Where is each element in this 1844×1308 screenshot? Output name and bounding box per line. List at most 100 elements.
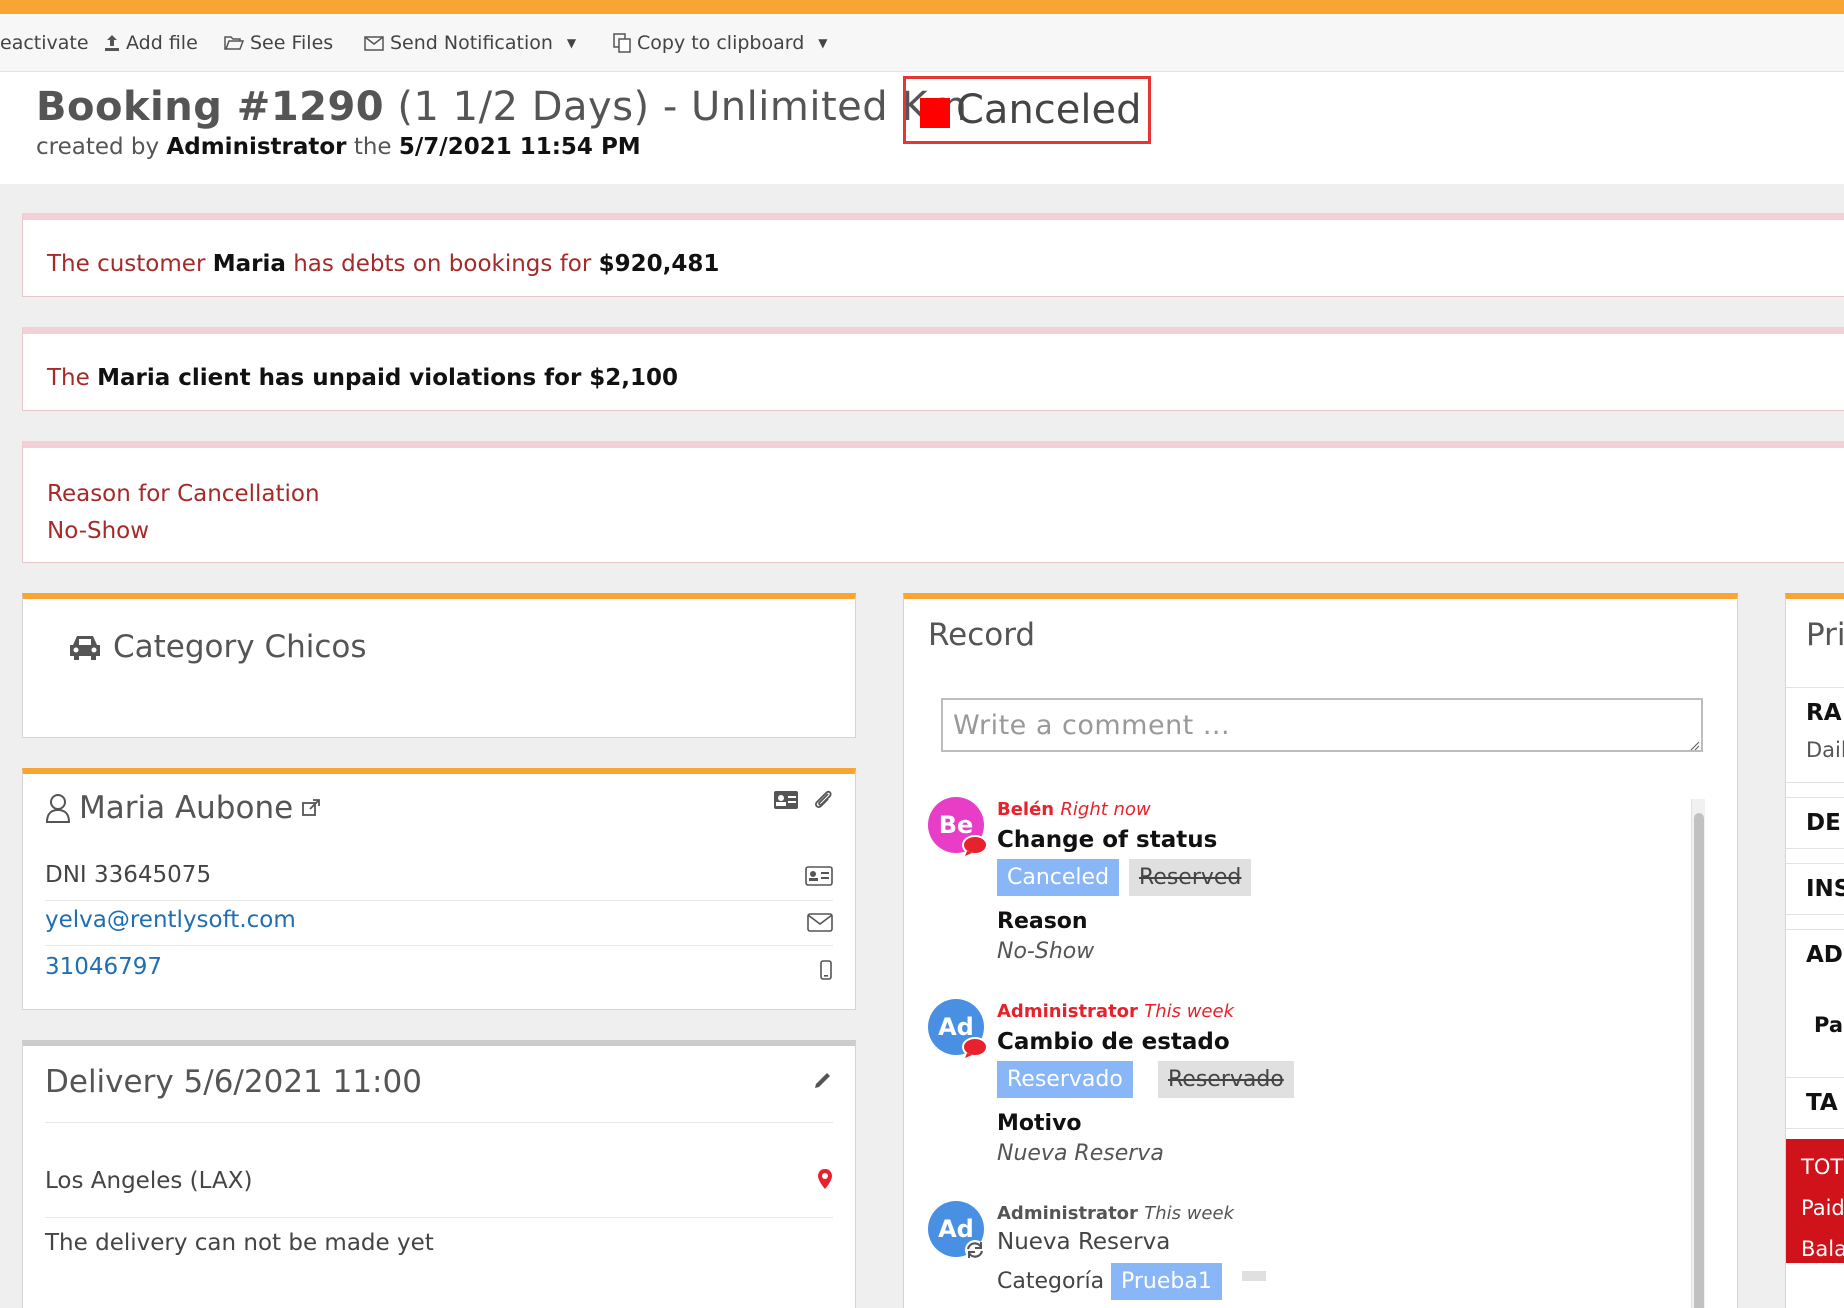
debt-prefix: The customer	[47, 251, 206, 277]
id-card-icon[interactable]	[773, 790, 799, 810]
prices-panel: Pri RA Dail DE INS AD Pa TA TOT Paid Bal…	[1785, 593, 1844, 1308]
top-accent-bar	[0, 0, 1844, 14]
additionals-label: AD	[1806, 942, 1843, 968]
send-notification-dropdown[interactable]: Send Notification ▼	[364, 14, 576, 72]
balance-label: Bala	[1801, 1237, 1844, 1261]
additionals-row: AD	[1786, 929, 1844, 981]
tax-row: TA	[1786, 1077, 1844, 1129]
copy-clipboard-dropdown[interactable]: Copy to clipboard ▼	[613, 14, 828, 72]
entry-title: Change of status	[997, 827, 1218, 853]
record-title: Record	[928, 617, 1036, 653]
deposit-row: DE	[1786, 797, 1844, 849]
user-icon	[45, 794, 71, 823]
comment-icon	[962, 835, 988, 856]
folder-open-icon	[224, 36, 244, 50]
customer-name[interactable]: Maria Aubone	[79, 790, 293, 826]
paperclip-icon[interactable]	[813, 788, 833, 810]
delivery-location-row: Los Angeles (LAX)	[45, 1162, 833, 1218]
author-name: Administrator	[997, 1203, 1138, 1224]
page-title: Booking #1290 (1 1/2 Days) - Unlimited K…	[36, 84, 968, 130]
new-status-tag: Canceled	[997, 859, 1120, 896]
entry-author: Administrator This week	[997, 1001, 1234, 1022]
send-notification-label: Send Notification	[390, 32, 553, 54]
comment-icon	[962, 1037, 988, 1058]
status-color-square	[920, 98, 950, 128]
debt-customer: Maria	[212, 251, 286, 277]
customer-dni-row: DNI 33645075	[45, 854, 833, 901]
category-tag: Prueba1	[1111, 1263, 1222, 1300]
external-link-icon[interactable]	[301, 798, 321, 818]
delivery-panel: Delivery 5/6/2021 11:00 Los Angeles (LAX…	[22, 1040, 856, 1308]
customer-email-row: yelva@rentlysoft.com	[45, 901, 833, 946]
entry-author: Administrator This week	[997, 1203, 1234, 1224]
comment-input[interactable]: Write a comment ...	[941, 698, 1703, 752]
category-title: Category Chicos	[67, 629, 367, 665]
delivery-title: Delivery 5/6/2021 11:00	[45, 1064, 422, 1100]
insurance-label: INS	[1806, 876, 1844, 902]
customer-phone-row: 31046797	[45, 954, 162, 980]
scrollbar-thumb[interactable]	[1694, 813, 1704, 1308]
copy-icon	[613, 33, 631, 53]
reactivate-label: eactivate	[0, 32, 89, 54]
tax-label: TA	[1806, 1090, 1838, 1116]
entry-time: This week	[1144, 1203, 1235, 1224]
booking-header: Booking #1290 (1 1/2 Days) - Unlimited K…	[0, 72, 1844, 184]
author-name: Belén	[997, 799, 1055, 820]
daily-label: Dail	[1806, 738, 1844, 762]
status-text: Canceled	[956, 87, 1142, 133]
total-block: TOT Paid Bala	[1786, 1139, 1844, 1263]
insurance-row: INS	[1786, 863, 1844, 915]
entry-value: No-Show	[997, 939, 1095, 964]
copy-clipboard-label: Copy to clipboard	[637, 32, 805, 54]
old-status-tag: Reservado	[1158, 1061, 1294, 1098]
envelope-icon[interactable]	[807, 913, 833, 932]
customer-phone[interactable]: 31046797	[45, 954, 162, 980]
author-name: Administrator	[997, 1001, 1138, 1022]
category-name: Category Chicos	[113, 629, 367, 665]
deposit-label: DE	[1806, 810, 1841, 836]
customer-panel: Maria Aubone DNI 33645075 yelva@rentlyso…	[22, 768, 856, 1010]
delivery-note: The delivery can not be made yet	[45, 1230, 434, 1256]
booking-number: Booking #1290	[36, 84, 385, 130]
total-label: TOT	[1801, 1155, 1844, 1179]
cancellation-label: Reason for Cancellation	[47, 481, 320, 507]
entry-time: Right now	[1060, 799, 1151, 820]
entry-label: Motivo	[997, 1111, 1082, 1136]
entry-value: Nueva Reserva	[997, 1141, 1164, 1166]
debt-middle: has debts on bookings for	[293, 251, 592, 277]
cancellation-alert: Reason for Cancellation No-Show	[22, 441, 1844, 563]
car-icon	[70, 636, 100, 660]
booking-duration: (1 1/2 Days) - Unlimited Km	[397, 84, 968, 130]
reactivate-button[interactable]: eactivate	[0, 14, 89, 72]
see-files-button[interactable]: See Files	[224, 14, 333, 72]
customer-header: Maria Aubone	[45, 790, 321, 826]
entry-title: Cambio de estado	[997, 1029, 1230, 1055]
created-at: 5/7/2021 11:54 PM	[398, 134, 641, 160]
debt-alert: The customer Maria has debts on bookings…	[22, 213, 1844, 297]
prices-title: Pri	[1806, 617, 1844, 653]
entry-title: Nueva Reserva	[997, 1229, 1171, 1255]
cancellation-reason: No-Show	[47, 518, 150, 544]
old-status-tag: Reserved	[1129, 859, 1252, 896]
record-scrollbar[interactable]	[1691, 799, 1705, 1308]
add-file-button[interactable]: Add file	[104, 14, 198, 72]
customer-dni: DNI 33645075	[45, 862, 212, 888]
resize-handle-icon[interactable]	[1688, 739, 1700, 751]
partial-label: Pa	[1814, 1013, 1843, 1037]
viol-prefix: The	[47, 365, 90, 391]
created-the: the	[353, 134, 392, 160]
add-file-label: Add file	[126, 32, 198, 54]
customer-email[interactable]: yelva@rentlysoft.com	[45, 907, 296, 933]
viol-text: Maria client has unpaid violations for $…	[97, 365, 679, 391]
mobile-phone-icon[interactable]	[820, 960, 832, 980]
divider	[45, 1122, 833, 1123]
envelope-icon	[364, 35, 384, 51]
created-info: created by Administrator the 5/7/2021 11…	[36, 134, 641, 160]
pencil-icon[interactable]	[813, 1070, 833, 1090]
category-panel: Category Chicos	[22, 593, 856, 738]
created-by: Administrator	[166, 134, 347, 160]
new-status-tag: Reservado	[997, 1061, 1133, 1098]
debt-amount: $920,481	[598, 251, 720, 277]
map-marker-icon[interactable]	[817, 1168, 833, 1190]
id-card-icon	[805, 866, 833, 886]
